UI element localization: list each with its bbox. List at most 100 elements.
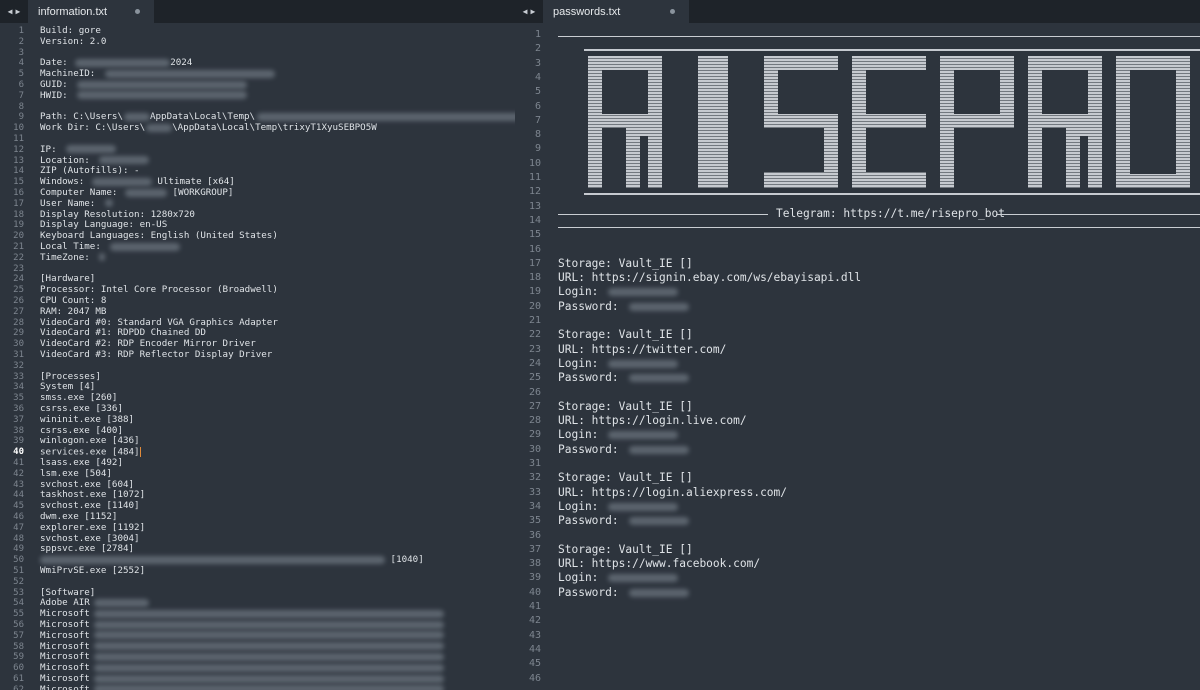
line-number: 48	[13, 533, 24, 544]
line-number: 22	[13, 252, 24, 263]
right-text-editor[interactable]: 1 2 3 4 5 6 7 8 9 10 11 12 13 14 15 16 17 18 19 20 21 22 23 24 2…	[515, 24, 1200, 690]
line-text: Microsoft	[40, 673, 90, 684]
line-number: 34	[13, 382, 24, 393]
line-text: User Name:	[40, 197, 101, 209]
storage-text: Storage: Vault_IE []	[558, 542, 693, 556]
right-nav-arrows[interactable]: ◀ ▶	[515, 0, 543, 23]
login-line: Login:	[558, 357, 679, 371]
line-text: Date:	[40, 57, 74, 69]
line-number: 1	[18, 26, 24, 36]
unsaved-dot-icon[interactable]	[670, 9, 675, 14]
storage-line: Storage: Vault_IE []	[558, 543, 693, 557]
inline-text: [1040]	[390, 554, 424, 566]
line-number: 33	[13, 371, 24, 382]
line-text: taskhost.exe [1072]	[40, 489, 146, 501]
line-number: 57	[13, 630, 24, 641]
redacted-credential	[608, 431, 679, 440]
line-number: 38	[13, 425, 24, 436]
text-caret	[139, 447, 141, 458]
nav-back-icon[interactable]: ◀	[523, 7, 528, 16]
line-text: TimeZone:	[40, 251, 96, 263]
telegram-link[interactable]: Telegram: https://t.me/risepro_bot	[776, 207, 1005, 220]
storage-line: Storage: Vault_IE []	[558, 257, 693, 271]
line-number: 36	[13, 404, 24, 414]
line-number: 59	[13, 652, 24, 663]
nav-back-icon[interactable]: ◀	[8, 7, 13, 16]
text-line: WmiPrvSE.exe [2552]	[40, 565, 145, 577]
line-number: 31	[528, 458, 541, 469]
line-text: VideoCard #0: Standard VGA Graphics Adap…	[40, 316, 278, 328]
storage-text: Storage: Vault_IE []	[558, 471, 693, 485]
line-text: Microsoft	[40, 608, 90, 620]
line-number: 40	[13, 447, 24, 458]
redacted-text	[99, 156, 150, 165]
line-number: 55	[13, 609, 24, 620]
line-number: 21	[528, 315, 541, 326]
line-number: 4	[534, 71, 541, 83]
line-number: 61	[13, 674, 24, 684]
line-number: 14	[13, 166, 24, 177]
redacted-credential	[608, 359, 679, 368]
text-line: winlogon.exe [436]	[40, 435, 140, 447]
redacted-text	[93, 642, 444, 651]
line-text: Microsoft	[40, 651, 90, 663]
unsaved-dot-icon[interactable]	[135, 9, 140, 14]
logo-letter-i	[698, 56, 728, 188]
redacted-text	[40, 555, 385, 564]
redacted-text	[93, 674, 444, 683]
code-area[interactable]: Telegram: https://t.me/risepro_bot Stora…	[558, 24, 1200, 690]
line-number: 30	[528, 443, 541, 455]
line-number: 9	[534, 143, 541, 155]
line-number: 46	[13, 512, 24, 522]
line-text: Path: C:\Users\	[40, 111, 123, 123]
inline-text: \AppData\Local\Temp\trixyT1XyuSEBPO5W	[172, 122, 377, 134]
line-number: 27	[13, 306, 24, 317]
redacted-text	[66, 145, 117, 154]
line-number: 27	[528, 400, 541, 412]
left-nav-arrows[interactable]: ◀ ▶	[0, 0, 28, 23]
left-editor-pane: ◀ ▶ information.txt 1 2 3 4 5 6 7 8 9 10 11 12 13 14 15…	[0, 0, 515, 690]
line-number: 33	[528, 486, 541, 498]
line-number: 16	[13, 188, 24, 198]
tab-information-txt[interactable]: information.txt	[28, 0, 154, 23]
line-number: 20	[13, 231, 24, 242]
logo-letter-r	[588, 56, 662, 188]
line-number: 11	[528, 172, 541, 183]
banner-bottom-rule	[558, 227, 1200, 228]
password-line: Password:	[558, 371, 689, 385]
redacted-text	[93, 685, 444, 690]
line-number: 50	[13, 555, 24, 566]
text-line: Microsoft	[40, 651, 444, 663]
text-line: Microsoft	[40, 619, 444, 631]
redacted-text	[257, 112, 515, 121]
text-line: sppsvc.exe [2784]	[40, 543, 134, 555]
left-text-editor[interactable]: 1 2 3 4 5 6 7 8 9 10 11 12 13 14 15 16 17 18 19 20 21 22 23 24 2…	[0, 24, 515, 690]
line-number: 13	[528, 200, 541, 212]
line-text: svchost.exe [1140]	[40, 500, 140, 512]
url-text: URL: https://twitter.com/	[558, 342, 727, 356]
password-line: Password:	[558, 514, 689, 528]
code-area[interactable]: Build: gore Version: 2.0 Date: 2024 Machine…	[40, 24, 515, 690]
line-text: Microsoft	[40, 619, 90, 630]
text-line: Microsoft	[40, 684, 444, 690]
line-number: 3	[534, 57, 541, 69]
nav-forward-icon[interactable]: ▶	[531, 7, 536, 16]
line-text: [Hardware]	[40, 273, 96, 285]
line-number: 8	[18, 101, 24, 112]
line-number-gutter: 1 2 3 4 5 6 7 8 9 10 11 12 13 14 15 16 17 18 19 20 21 22 23 24 2…	[515, 24, 545, 690]
line-text: CPU Count: 8	[40, 295, 107, 306]
line-text: Display Language: en-US	[40, 219, 168, 231]
logo-letter-o	[1116, 56, 1190, 188]
redacted-text	[124, 188, 167, 197]
nav-forward-icon[interactable]: ▶	[16, 7, 21, 16]
redacted-text	[77, 91, 248, 100]
line-number: 43	[528, 629, 541, 641]
line-text: csrss.exe [400]	[40, 424, 123, 436]
tab-passwords-txt[interactable]: passwords.txt	[543, 0, 689, 23]
text-line: Microsoft	[40, 640, 444, 653]
logo-letter-r	[1028, 56, 1102, 188]
line-text: Microsoft	[40, 640, 90, 652]
line-number: 19	[13, 220, 24, 231]
line-number: 1	[534, 29, 541, 40]
line-number: 26	[528, 386, 541, 398]
